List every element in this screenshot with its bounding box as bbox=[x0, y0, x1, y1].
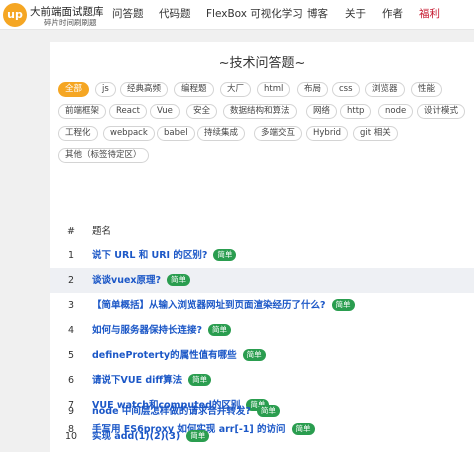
table-row: 2 谈谈vuex原理? 简单 bbox=[50, 268, 474, 293]
table-row: 5 defineProterty的属性值有哪些 简单 bbox=[50, 343, 474, 368]
difficulty-badge: 简单 bbox=[188, 374, 212, 386]
question-link[interactable]: 请说下VUE diff算法 简单 bbox=[92, 368, 212, 393]
tag-network[interactable]: 网络 bbox=[306, 104, 338, 119]
nav-item-flexbox[interactable]: FlexBox 可视化学习 bbox=[206, 0, 303, 30]
table-header: # 题名 bbox=[50, 222, 474, 242]
row-number: 9 bbox=[67, 406, 75, 417]
row-number: 10 bbox=[64, 431, 78, 442]
nav-item-qa[interactable]: 问答题 bbox=[112, 0, 144, 30]
question-link[interactable]: 实现 add(1)(2)(3) 简单 bbox=[92, 424, 210, 449]
row-number: 2 bbox=[67, 275, 75, 286]
tag-engineering[interactable]: 工程化 bbox=[58, 126, 98, 141]
difficulty-badge: 简单 bbox=[167, 274, 191, 286]
question-link[interactable]: 说下 URL 和 URI 的区别? 简单 bbox=[92, 243, 237, 268]
tag-coding[interactable]: 编程题 bbox=[174, 82, 214, 97]
question-title[interactable]: 如何与服务器保持长连接? bbox=[92, 325, 202, 336]
nav-item-welfare[interactable]: 福利 bbox=[419, 0, 440, 30]
difficulty-badge: 简单 bbox=[213, 249, 237, 261]
tag-all[interactable]: 全部 bbox=[58, 82, 90, 97]
question-title[interactable]: 请说下VUE diff算法 bbox=[92, 375, 182, 386]
tag-hybrid[interactable]: Hybrid bbox=[306, 126, 349, 141]
table-row: 10 实现 add(1)(2)(3) 简单 bbox=[50, 424, 474, 449]
tag-http[interactable]: http bbox=[340, 104, 372, 119]
tag-framework[interactable]: 前端框架 bbox=[58, 104, 107, 119]
tag-html[interactable]: html bbox=[257, 82, 291, 97]
row-number: 1 bbox=[67, 250, 75, 261]
column-header-title: 题名 bbox=[92, 226, 112, 237]
row-number: 3 bbox=[67, 300, 75, 311]
question-title[interactable]: 【简单概括】从输入浏览器网址到页面渲染经历了什么? bbox=[92, 300, 326, 311]
tag-node[interactable]: node bbox=[378, 104, 414, 119]
question-link[interactable]: 谈谈vuex原理? 简单 bbox=[92, 268, 191, 293]
tag-react[interactable]: React bbox=[109, 104, 147, 119]
question-link[interactable]: defineProterty的属性值有哪些 简单 bbox=[92, 343, 266, 368]
question-link[interactable]: 如何与服务器保持长连接? 简单 bbox=[92, 318, 232, 343]
nav-item-about[interactable]: 关于 bbox=[345, 0, 366, 30]
tag-ci[interactable]: 持续集成 bbox=[197, 126, 246, 141]
question-title[interactable]: 说下 URL 和 URI 的区别? bbox=[92, 250, 207, 261]
table-row: 3 【简单概括】从输入浏览器网址到页面渲染经历了什么? 简单 bbox=[50, 293, 474, 318]
logo-icon[interactable]: up bbox=[3, 3, 27, 27]
table-row: 6 请说下VUE diff算法 简单 bbox=[50, 368, 474, 393]
tag-js[interactable]: js bbox=[95, 82, 116, 97]
question-title[interactable]: node 中间层怎样做的请求合并转发? bbox=[92, 406, 251, 417]
page-title: ~技术问答题~ bbox=[218, 56, 306, 71]
question-title[interactable]: defineProterty的属性值有哪些 bbox=[92, 350, 237, 361]
difficulty-badge: 简单 bbox=[186, 430, 210, 442]
tag-multi-terminal[interactable]: 多端交互 bbox=[254, 126, 303, 141]
tag-layout[interactable]: 布局 bbox=[297, 82, 329, 97]
row-number: 6 bbox=[67, 375, 75, 386]
question-link[interactable]: 【简单概括】从输入浏览器网址到页面渲染经历了什么? 简单 bbox=[92, 293, 355, 318]
question-list-card: ~技术问答题~ 全部 js 经典高频 编程题 大厂 html 布局 css 浏览… bbox=[50, 42, 474, 452]
tag-other[interactable]: 其他（标签待定区） bbox=[58, 148, 149, 163]
difficulty-badge: 简单 bbox=[242, 349, 266, 361]
question-title[interactable]: 谈谈vuex原理? bbox=[92, 275, 161, 286]
tag-babel[interactable]: babel bbox=[157, 126, 195, 141]
tag-browser[interactable]: 浏览器 bbox=[365, 82, 405, 97]
tag-security[interactable]: 安全 bbox=[186, 104, 218, 119]
top-navbar: up 大前端面试题库 碎片时间刷刷题 问答题 代码题 FlexBox 可视化学习… bbox=[0, 0, 474, 30]
nav-item-blog[interactable]: 博客 bbox=[307, 0, 328, 30]
table-row: 4 如何与服务器保持长连接? 简单 bbox=[50, 318, 474, 343]
tag-vue[interactable]: Vue bbox=[150, 104, 180, 119]
tag-performance[interactable]: 性能 bbox=[411, 82, 443, 97]
row-number: 4 bbox=[67, 325, 75, 336]
table-row: 1 说下 URL 和 URI 的区别? 简单 bbox=[50, 243, 474, 268]
nav-item-author[interactable]: 作者 bbox=[382, 0, 403, 30]
tag-design-pattern[interactable]: 设计模式 bbox=[417, 104, 466, 119]
nav-item-code[interactable]: 代码题 bbox=[159, 0, 191, 30]
difficulty-badge: 简单 bbox=[331, 299, 355, 311]
question-title[interactable]: 实现 add(1)(2)(3) bbox=[92, 431, 180, 442]
tag-classic[interactable]: 经典高频 bbox=[120, 82, 169, 97]
tag-bigtech[interactable]: 大厂 bbox=[220, 82, 252, 97]
row-number: 5 bbox=[67, 350, 75, 361]
difficulty-badge: 简单 bbox=[208, 324, 232, 336]
column-header-num: # bbox=[67, 226, 75, 237]
tag-algorithm[interactable]: 数据结构和算法 bbox=[223, 104, 297, 119]
tag-git[interactable]: git 相关 bbox=[353, 126, 398, 141]
table-row: 9 node 中间层怎样做的请求合并转发? 简单 bbox=[50, 399, 474, 424]
tag-webpack[interactable]: webpack bbox=[103, 126, 155, 141]
difficulty-badge: 简单 bbox=[256, 405, 280, 417]
brand-subtitle: 碎片时间刷刷题 bbox=[44, 18, 97, 27]
tag-css[interactable]: css bbox=[332, 82, 360, 97]
question-link[interactable]: node 中间层怎样做的请求合并转发? 简单 bbox=[92, 399, 280, 424]
